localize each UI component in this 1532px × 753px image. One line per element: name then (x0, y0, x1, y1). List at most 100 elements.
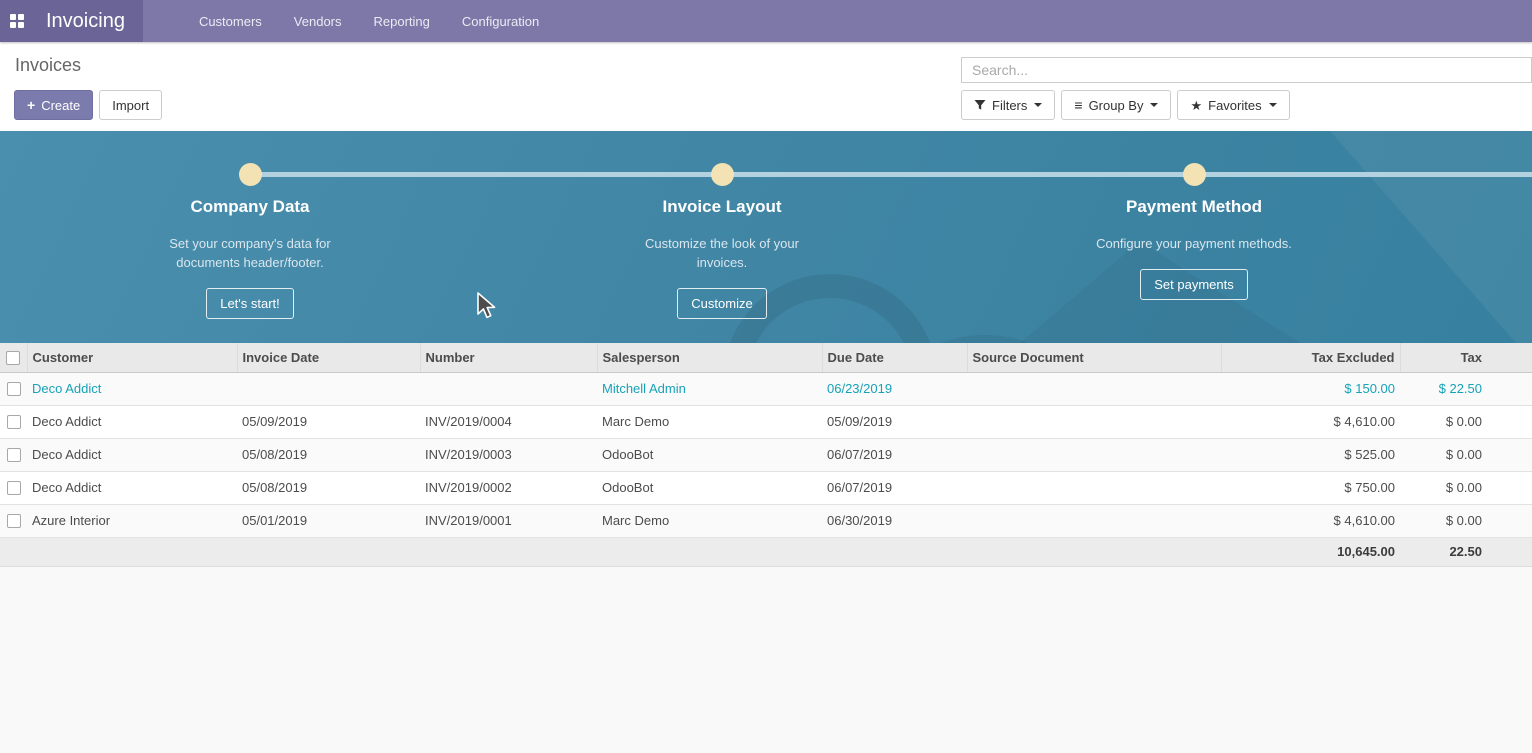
onboarding-step-company-data: Company Data Set your company's data for… (90, 197, 410, 319)
onboarding-progress-line (250, 172, 1532, 177)
cell-tax[interactable]: $ 0.00 (1400, 471, 1532, 504)
cell-tax[interactable]: $ 0.00 (1400, 438, 1532, 471)
plus-icon: + (27, 97, 35, 113)
column-header-tax-excluded[interactable]: Tax Excluded (1221, 343, 1400, 372)
row-checkbox-cell[interactable] (0, 405, 27, 438)
table-row[interactable]: Deco Addict05/08/2019INV/2019/0003OdooBo… (0, 438, 1532, 471)
cell-invoice-date[interactable]: 05/01/2019 (237, 504, 420, 537)
table-row[interactable]: Azure Interior05/01/2019INV/2019/0001Mar… (0, 504, 1532, 537)
nav-item-customers[interactable]: Customers (183, 0, 278, 42)
group-by-dropdown-button[interactable]: ≡ Group By (1061, 90, 1171, 120)
cell-customer[interactable]: Deco Addict (27, 438, 237, 471)
cell-customer[interactable]: Deco Addict (27, 471, 237, 504)
cell-tax[interactable]: $ 22.50 (1400, 372, 1532, 405)
cell-due-date[interactable]: 06/07/2019 (822, 438, 967, 471)
control-panel: Invoices + Create Import Filters ≡ Group… (0, 42, 1532, 131)
cell-tax-excluded[interactable]: $ 150.00 (1221, 372, 1400, 405)
step-title: Company Data (90, 197, 410, 217)
cell-salesperson[interactable]: OdooBot (597, 471, 822, 504)
column-header-number[interactable]: Number (420, 343, 597, 372)
cell-invoice-date[interactable]: 05/09/2019 (237, 405, 420, 438)
row-checkbox[interactable] (7, 514, 21, 528)
table-row[interactable]: Deco Addict05/08/2019INV/2019/0002OdooBo… (0, 471, 1532, 504)
select-all-checkbox-cell[interactable] (0, 343, 27, 372)
app-title[interactable]: Invoicing (46, 10, 125, 33)
row-checkbox-cell[interactable] (0, 372, 27, 405)
navbar-brand: Invoicing (0, 0, 143, 42)
cell-source-document[interactable] (967, 405, 1221, 438)
chevron-down-icon (1150, 103, 1158, 107)
cell-due-date[interactable]: 05/09/2019 (822, 405, 967, 438)
row-checkbox[interactable] (7, 415, 21, 429)
cell-tax[interactable]: $ 0.00 (1400, 504, 1532, 537)
row-checkbox-cell[interactable] (0, 504, 27, 537)
cell-tax[interactable]: $ 0.00 (1400, 405, 1532, 438)
column-header-salesperson[interactable]: Salesperson (597, 343, 822, 372)
cell-due-date[interactable]: 06/30/2019 (822, 504, 967, 537)
nav-item-reporting[interactable]: Reporting (358, 0, 446, 42)
lets-start-button[interactable]: Let's start! (206, 288, 294, 319)
favorites-star-icon: ★ (1190, 99, 1202, 112)
cell-due-date[interactable]: 06/07/2019 (822, 471, 967, 504)
cell-customer[interactable]: Deco Addict (27, 405, 237, 438)
step-description: Set your company's data for documents he… (148, 234, 353, 272)
cell-source-document[interactable] (967, 471, 1221, 504)
import-button[interactable]: Import (99, 90, 162, 120)
import-button-label: Import (112, 98, 149, 113)
cell-salesperson[interactable]: OdooBot (597, 438, 822, 471)
search-input[interactable] (961, 57, 1532, 83)
cell-number[interactable]: INV/2019/0004 (420, 405, 597, 438)
nav-item-configuration[interactable]: Configuration (446, 0, 555, 42)
invoice-table-body: Deco Addict Mitchell Admin06/23/2019 $ 150… (0, 372, 1532, 537)
filters-dropdown-button[interactable]: Filters (961, 90, 1055, 120)
cell-invoice-date[interactable]: 05/08/2019 (237, 471, 420, 504)
cell-number[interactable]: INV/2019/0003 (420, 438, 597, 471)
navbar-menu: Customers Vendors Reporting Configuratio… (183, 0, 555, 42)
apps-grid-icon[interactable] (10, 14, 24, 28)
row-checkbox[interactable] (7, 481, 21, 495)
top-navbar: Invoicing Customers Vendors Reporting Co… (0, 0, 1532, 42)
cell-invoice-date[interactable] (237, 372, 420, 405)
step-dot-company-data (239, 163, 262, 186)
cell-source-document[interactable] (967, 372, 1221, 405)
invoice-table: Customer Invoice Date Number Salesperson… (0, 343, 1532, 567)
nav-item-vendors[interactable]: Vendors (278, 0, 358, 42)
cell-source-document[interactable] (967, 504, 1221, 537)
cell-due-date[interactable]: 06/23/2019 (822, 372, 967, 405)
cell-salesperson[interactable]: Marc Demo (597, 405, 822, 438)
cell-number[interactable]: INV/2019/0002 (420, 471, 597, 504)
create-button[interactable]: + Create (14, 90, 93, 120)
cell-customer[interactable]: Deco Addict (27, 372, 237, 405)
select-all-checkbox[interactable] (6, 351, 20, 365)
column-header-due-date[interactable]: Due Date (822, 343, 967, 372)
create-button-label: Create (41, 98, 80, 113)
cell-salesperson[interactable]: Marc Demo (597, 504, 822, 537)
cell-tax-excluded[interactable]: $ 4,610.00 (1221, 405, 1400, 438)
row-checkbox-cell[interactable] (0, 471, 27, 504)
cell-number[interactable]: INV/2019/0001 (420, 504, 597, 537)
cell-number[interactable] (420, 372, 597, 405)
column-header-invoice-date[interactable]: Invoice Date (237, 343, 420, 372)
cell-source-document[interactable] (967, 438, 1221, 471)
row-checkbox[interactable] (7, 382, 21, 396)
customize-button[interactable]: Customize (677, 288, 766, 319)
cell-tax-excluded[interactable]: $ 525.00 (1221, 438, 1400, 471)
cell-salesperson[interactable]: Mitchell Admin (597, 372, 822, 405)
column-header-tax[interactable]: Tax (1400, 343, 1532, 372)
cell-tax-excluded[interactable]: $ 750.00 (1221, 471, 1400, 504)
row-checkbox[interactable] (7, 448, 21, 462)
row-checkbox-cell[interactable] (0, 438, 27, 471)
column-header-source-document[interactable]: Source Document (967, 343, 1221, 372)
invoice-list: Customer Invoice Date Number Salesperson… (0, 343, 1532, 567)
table-row[interactable]: Deco Addict Mitchell Admin06/23/2019 $ 150… (0, 372, 1532, 405)
step-description: Customize the look of your invoices. (620, 234, 825, 272)
cell-customer[interactable]: Azure Interior (27, 504, 237, 537)
step-dot-invoice-layout (711, 163, 734, 186)
favorites-dropdown-button[interactable]: ★ Favorites (1177, 90, 1289, 120)
cell-invoice-date[interactable]: 05/08/2019 (237, 438, 420, 471)
column-header-customer[interactable]: Customer (27, 343, 237, 372)
cell-tax-excluded[interactable]: $ 4,610.00 (1221, 504, 1400, 537)
table-row[interactable]: Deco Addict05/09/2019INV/2019/0004Marc D… (0, 405, 1532, 438)
group-by-bars-icon: ≡ (1074, 98, 1082, 112)
set-payments-button[interactable]: Set payments (1140, 269, 1248, 300)
